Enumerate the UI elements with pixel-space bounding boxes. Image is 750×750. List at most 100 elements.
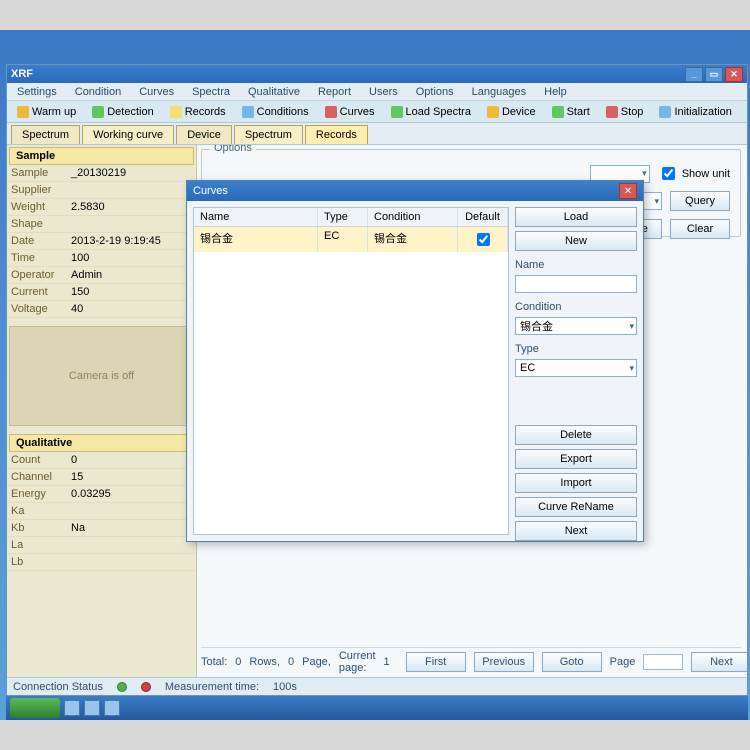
menu-curves[interactable]: Curves (133, 85, 180, 99)
condition-combo[interactable]: 锡合金 (515, 317, 637, 335)
next-button[interactable]: Next (515, 521, 637, 541)
delete-curve-button[interactable]: Delete (515, 425, 637, 445)
export-button[interactable]: Export (515, 449, 637, 469)
curves-icon (325, 106, 337, 118)
menu-options[interactable]: Options (410, 85, 460, 99)
toolbar-stop[interactable]: Stop (600, 104, 650, 120)
rename-button[interactable]: Curve ReName (515, 497, 637, 517)
table-row: Channel15 (7, 469, 196, 486)
table-row: OperatorAdmin (7, 267, 196, 284)
connection-status-icon (117, 682, 127, 692)
toolbar-start[interactable]: Start (546, 104, 596, 120)
close-button[interactable]: ✕ (725, 67, 743, 82)
measurement-status-icon (141, 682, 151, 692)
tab-device[interactable]: Device (176, 125, 232, 144)
sample-table: Sample_20130219SupplierWeight2.5830Shape… (7, 165, 196, 318)
pager: Total:0 Rows,0 Page, Current page:1 Firs… (201, 647, 741, 671)
menu-condition[interactable]: Condition (69, 85, 127, 99)
table-row: Shape (7, 216, 196, 233)
curves-grid[interactable]: Name Type Condition Default 锡合金 EC 锡合金 (193, 207, 509, 535)
import-button[interactable]: Import (515, 473, 637, 493)
titlebar: XRF _ ▭ ✕ (7, 65, 747, 83)
toolbar-auto-peak[interactable]: Auto peak (742, 104, 747, 120)
menubar: Settings Condition Curves Spectra Qualitativ… (7, 83, 747, 101)
menu-report[interactable]: Report (312, 85, 357, 99)
table-row: Lb (7, 554, 196, 571)
menu-qualitative[interactable]: Qualitative (242, 85, 306, 99)
table-row: Weight2.5830 (7, 199, 196, 216)
qualitative-header: Qualitative (9, 434, 194, 452)
page-input[interactable] (643, 654, 683, 670)
load-button[interactable]: Load (515, 207, 637, 227)
table-row: Energy0.03295 (7, 486, 196, 503)
dialog-title: Curves (193, 185, 228, 197)
table-row: Voltage40 (7, 301, 196, 318)
toolbar-warm-up[interactable]: Warm up (11, 104, 82, 120)
conditions-icon (242, 106, 254, 118)
menu-users[interactable]: Users (363, 85, 404, 99)
maximize-button[interactable]: ▭ (705, 67, 723, 82)
tab-spectrum[interactable]: Spectrum (11, 125, 80, 144)
table-row: La (7, 537, 196, 554)
tab-working-curve[interactable]: Working curve (82, 125, 174, 144)
dialog-close-button[interactable]: ✕ (619, 183, 637, 199)
tab-spectrum[interactable]: Spectrum (234, 125, 303, 144)
minimize-button[interactable]: _ (685, 67, 703, 82)
camera-preview: Camera is off (9, 326, 194, 426)
quicklaunch-icon[interactable] (84, 700, 100, 716)
tabstrip: SpectrumWorking curveDeviceSpectrumRecor… (7, 123, 747, 145)
table-row: Ka (7, 503, 196, 520)
goto-page-button[interactable]: Goto (542, 652, 602, 672)
menu-spectra[interactable]: Spectra (186, 85, 236, 99)
show-unit-checkbox[interactable]: Show unit (658, 164, 730, 183)
first-page-button[interactable]: First (406, 652, 466, 672)
table-row: Time100 (7, 250, 196, 267)
clear-button[interactable]: Clear (670, 219, 730, 239)
toolbar-records[interactable]: Records (164, 104, 232, 120)
toolbar-device[interactable]: Device (481, 104, 542, 120)
next-page-button[interactable]: Next (691, 652, 747, 672)
toolbar-detection[interactable]: Detection (86, 104, 159, 120)
dialog-titlebar: Curves ✕ (187, 181, 643, 201)
device-icon (487, 106, 499, 118)
start-icon (552, 106, 564, 118)
sample-header: Sample (9, 147, 194, 165)
toolbar-curves[interactable]: Curves (319, 104, 381, 120)
table-row: Sample_20130219 (7, 165, 196, 182)
menu-settings[interactable]: Settings (11, 85, 63, 99)
quicklaunch-icon[interactable] (104, 700, 120, 716)
tab-records[interactable]: Records (305, 125, 368, 144)
table-row: Date2013-2-19 9:19:45 (7, 233, 196, 250)
menu-help[interactable]: Help (538, 85, 573, 99)
records-icon (170, 106, 182, 118)
prev-page-button[interactable]: Previous (474, 652, 534, 672)
curves-dialog: Curves ✕ Name Type Condition Default 锡合金… (186, 180, 644, 542)
dialog-side-panel: Load New Name Condition 锡合金 Type EC Dele… (515, 207, 637, 541)
app-title: XRF (11, 68, 33, 80)
warm-up-icon (17, 106, 29, 118)
query-button[interactable]: Query (670, 191, 730, 211)
initialization-icon (659, 106, 671, 118)
toolbar: Warm upDetection RecordsConditionsCurvesL… (7, 101, 747, 123)
table-row: Supplier (7, 182, 196, 199)
menu-languages[interactable]: Languages (466, 85, 532, 99)
toolbar-conditions[interactable]: Conditions (236, 104, 315, 120)
table-row: Current150 (7, 284, 196, 301)
taskbar[interactable] (6, 696, 748, 720)
default-checkbox[interactable] (477, 233, 490, 246)
curve-name-input[interactable] (515, 275, 637, 293)
detection-icon (92, 106, 104, 118)
type-combo[interactable]: EC (515, 359, 637, 377)
grid-header: Name Type Condition Default (194, 208, 508, 227)
grid-row[interactable]: 锡合金 EC 锡合金 (194, 227, 508, 252)
statusbar: Connection Status Measurement time:100s (7, 677, 747, 695)
start-button[interactable] (10, 698, 60, 718)
stop-icon (606, 106, 618, 118)
toolbar-load-spectra[interactable]: Load Spectra (385, 104, 477, 120)
new-button[interactable]: New (515, 231, 637, 251)
toolbar-initialization[interactable]: Initialization (653, 104, 737, 120)
table-row: KbNa (7, 520, 196, 537)
qualitative-table: Count0Channel15Energy0.03295KaKbNaLaLb (7, 452, 196, 571)
table-row: Count0 (7, 452, 196, 469)
quicklaunch-icon[interactable] (64, 700, 80, 716)
